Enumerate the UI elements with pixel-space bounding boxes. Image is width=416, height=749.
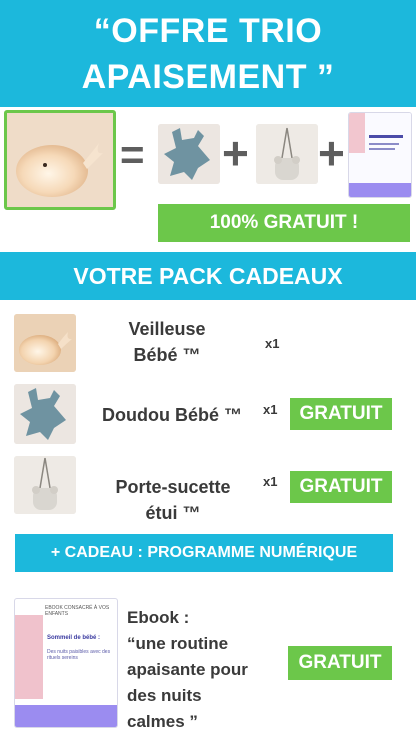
item-2-free-badge-label: GRATUIT xyxy=(299,403,383,424)
ebook-cover-title: Sommeil de bébé : xyxy=(47,635,101,641)
ebook-line-3: apaisante pour xyxy=(127,660,248,679)
free-badge-label: 100% GRATUIT ! xyxy=(209,212,359,233)
item-3-title-line1: Porte-sucette xyxy=(115,477,231,497)
ebook-cover-top-text: EBOOK CONSACRÉ À VOS ENFANTS xyxy=(45,605,110,617)
section-title: VOTRE PACK CADEAUX xyxy=(0,252,416,300)
ebook-line-1: Ebook : xyxy=(127,608,190,627)
item-2-qty: x1 xyxy=(263,402,278,417)
item-3-image xyxy=(14,456,76,514)
header-line-1: “OFFRE TRIO xyxy=(93,11,323,50)
ebook-cover: EBOOK CONSACRÉ À VOS ENFANTS Sommeil de … xyxy=(14,598,118,728)
item-3-title-line2: étui ™ xyxy=(145,503,201,523)
ebook-cover-small xyxy=(348,112,412,198)
plus-sign-2: + xyxy=(318,127,345,179)
ebook-line-4: des nuits xyxy=(127,686,202,705)
pacifier-case-image xyxy=(256,124,318,184)
whale-lamp-image xyxy=(4,110,116,210)
item-1-title: Veilleuse Bébé ™ xyxy=(92,316,242,368)
ebook-free-badge-label: GRATUIT xyxy=(298,652,382,673)
item-2-free-badge: GRATUIT xyxy=(290,398,392,430)
ebook-cover-photo xyxy=(15,615,43,699)
item-2-title: Doudou Bébé ™ xyxy=(102,405,242,425)
bonus-program-bar: + CADEAU : PROGRAMME NUMÉRIQUE xyxy=(15,534,393,572)
header-line-2: APAISEMENT ” xyxy=(81,57,335,96)
ebook-line-5: calmes ” xyxy=(127,712,198,731)
item-2-image xyxy=(14,384,76,444)
ebook-free-badge: GRATUIT xyxy=(288,646,392,680)
plus-sign-1: + xyxy=(222,127,249,179)
ebook-cover-bottom-band xyxy=(15,705,117,727)
item-3-qty: x1 xyxy=(263,474,278,489)
item-3-free-badge-label: GRATUIT xyxy=(299,476,383,497)
item-3-title: Porte-sucette étui ™ xyxy=(92,474,254,526)
item-1-image xyxy=(14,314,76,372)
item-3-free-badge: GRATUIT xyxy=(290,471,392,503)
ebook-title: Ebook : “une routine apaisante pour des … xyxy=(127,605,277,735)
ebook-cover-subtitle: Des nuits paisibles avec des rituels ser… xyxy=(47,649,111,661)
item-1-title-line1: Veilleuse xyxy=(128,319,206,339)
equals-sign: = xyxy=(120,131,145,178)
offer-header: “OFFRE TRIO APAISEMENT ” xyxy=(0,0,416,107)
item-1-title-line2: Bébé ™ xyxy=(133,345,201,365)
free-badge: 100% GRATUIT ! xyxy=(158,204,410,242)
doudou-image xyxy=(158,124,220,184)
item-1-qty: x1 xyxy=(265,336,280,351)
ebook-line-2: “une routine xyxy=(127,634,229,653)
